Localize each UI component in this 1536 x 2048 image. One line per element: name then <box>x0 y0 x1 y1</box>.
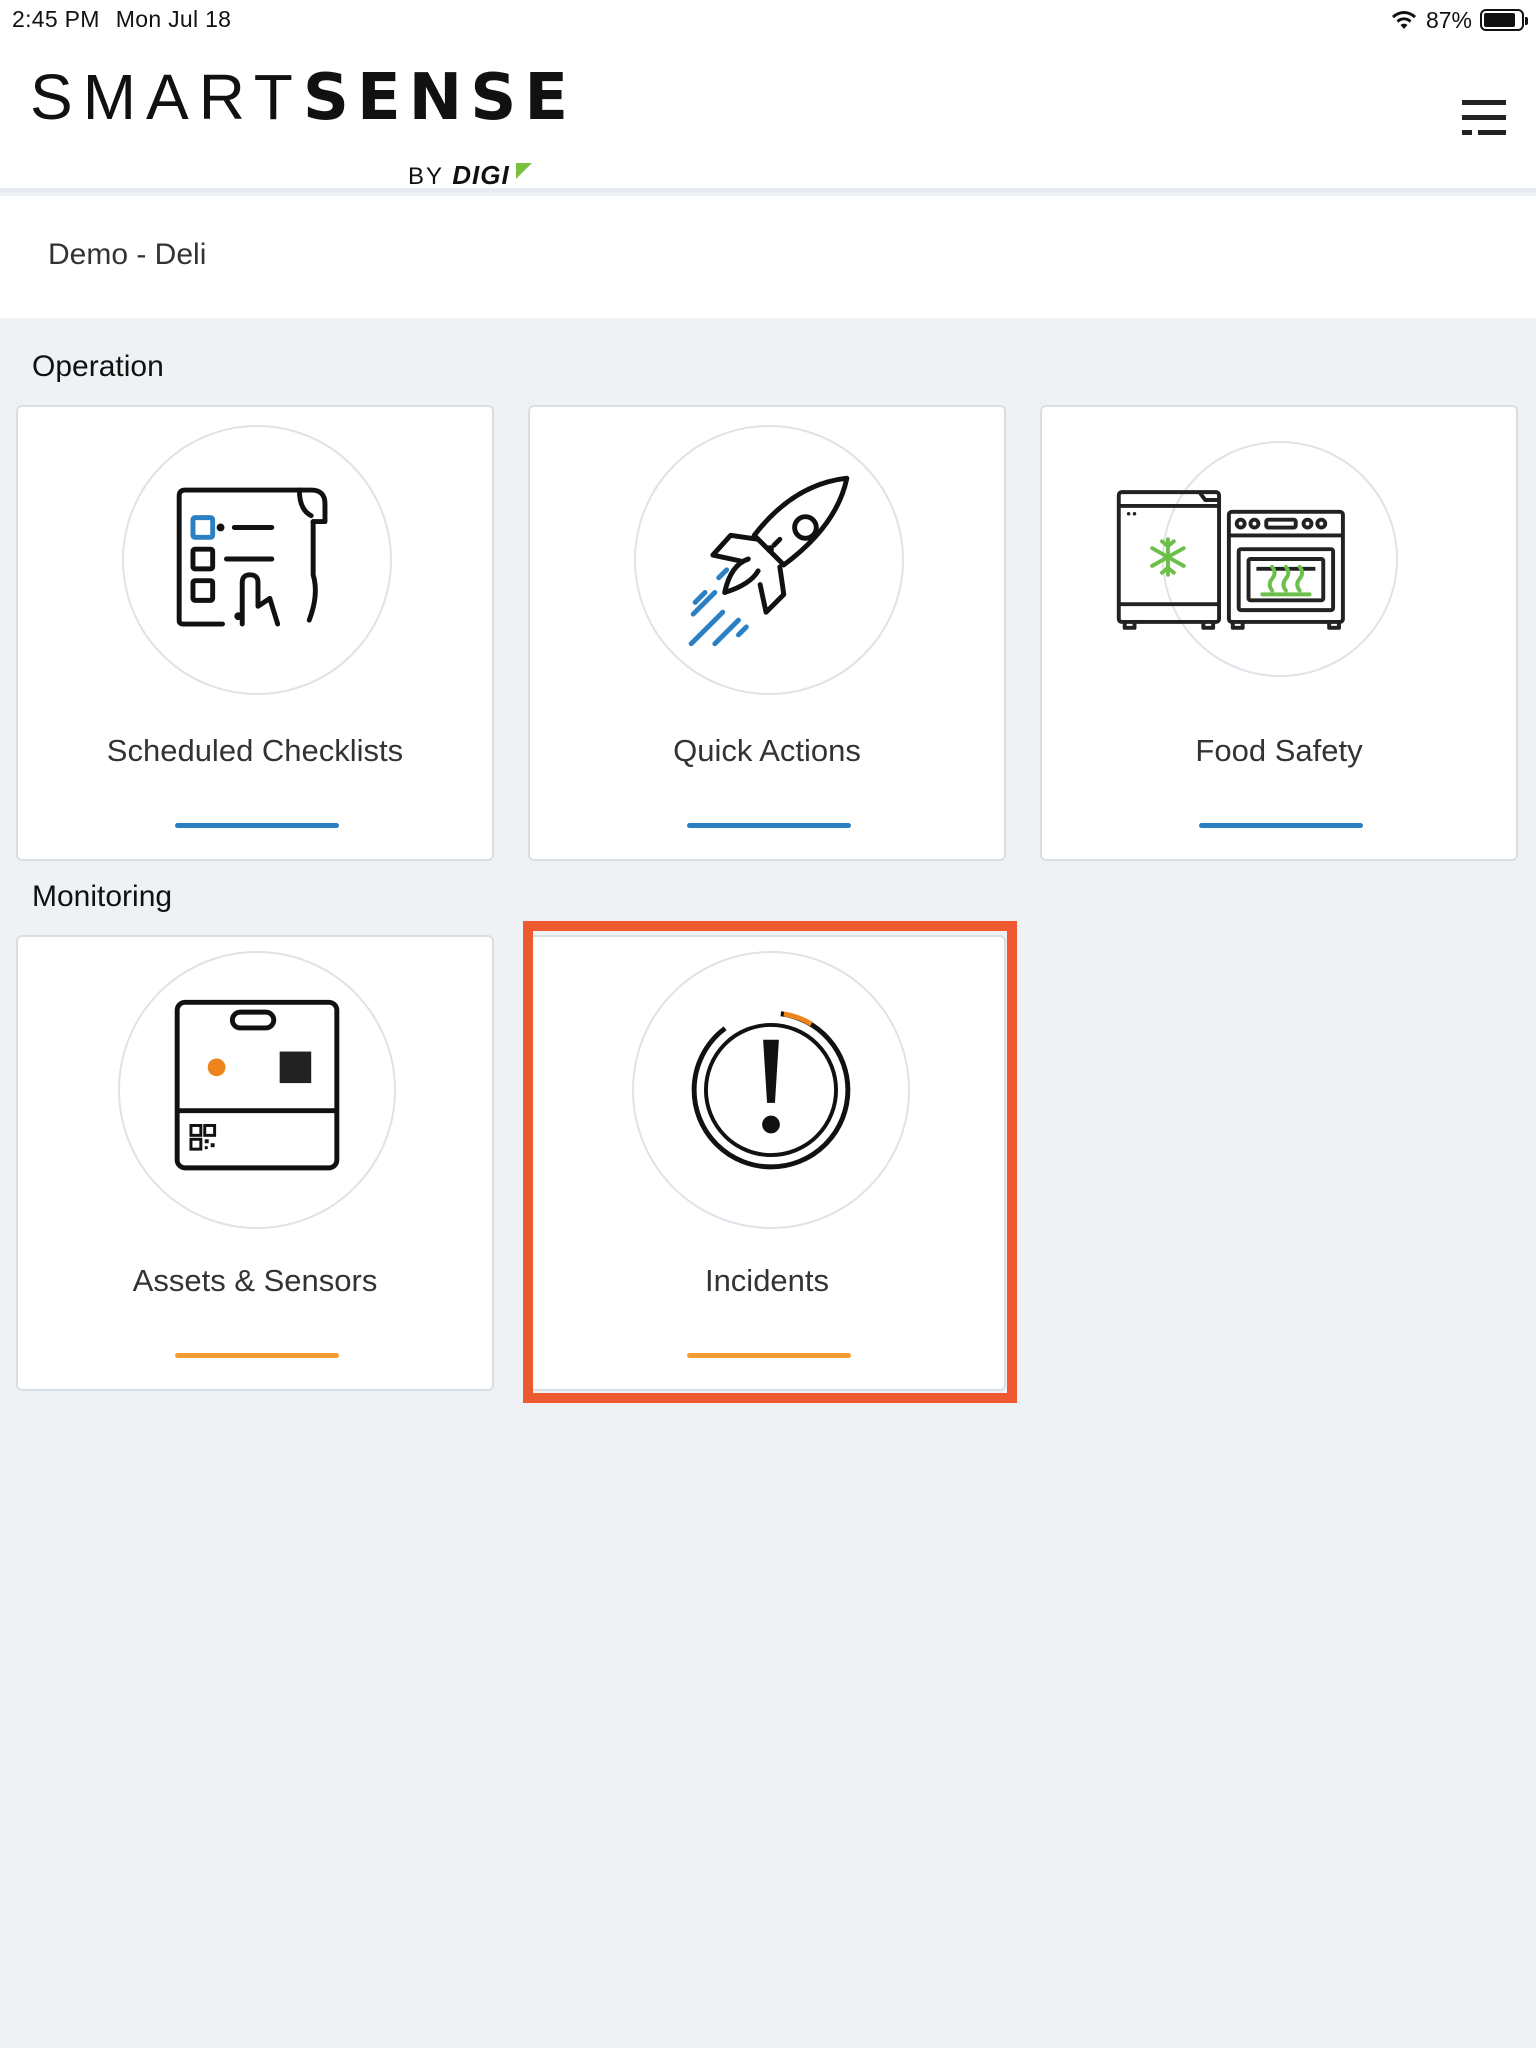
logo-green-mark <box>516 163 532 179</box>
battery-icon <box>1480 9 1528 31</box>
checklist-icon <box>176 487 328 627</box>
tile-icon-circle <box>1116 441 1398 677</box>
logo-smart: SMART <box>30 61 303 133</box>
tile-accent-bar <box>687 1353 851 1358</box>
tile-accent-bar <box>1199 823 1363 828</box>
tile-assets-sensors[interactable]: Assets & Sensors <box>16 935 494 1391</box>
location-bar[interactable]: Demo - Deli <box>0 196 1536 318</box>
app-header: SMARTSENSE BY DIGI <box>0 40 1536 192</box>
tile-label: Scheduled Checklists <box>106 733 404 768</box>
rocket-icon <box>688 475 850 647</box>
tile-incidents[interactable]: Incidents <box>528 935 1006 1391</box>
tile-scheduled-checklists[interactable]: Scheduled Checklists <box>16 405 494 861</box>
menu-button[interactable] <box>1462 98 1506 138</box>
tile-label: Quick Actions <box>673 733 861 768</box>
battery-level-fill <box>1484 13 1516 27</box>
status-indicators: 87% <box>1390 6 1528 34</box>
logo-byline: BY DIGI <box>408 160 510 191</box>
status-time-group: 2:45 PM Mon Jul 18 <box>12 6 231 33</box>
tile-accent-bar <box>175 823 339 828</box>
logo-wordmark: SMARTSENSE <box>30 60 576 135</box>
tile-label: Assets & Sensors <box>132 1263 378 1298</box>
smartsense-logo: SMARTSENSE BY DIGI <box>30 60 568 191</box>
section-title-monitoring: Monitoring <box>32 880 173 913</box>
tile-food-safety[interactable]: Food Safety <box>1040 405 1518 861</box>
tile-accent-bar <box>175 1353 339 1358</box>
logo-by: BY <box>408 163 444 190</box>
battery-percentage: 87% <box>1425 6 1472 33</box>
tile-icon-circle <box>632 951 910 1229</box>
logo-sense: SENSE <box>302 61 577 135</box>
sensor-device-icon <box>174 999 340 1171</box>
status-time: 2:45 PM <box>12 6 100 32</box>
fridge-oven-icon <box>1116 490 1345 630</box>
tile-accent-bar <box>687 823 851 828</box>
alert-icon <box>691 1010 851 1170</box>
tile-label: Incidents <box>704 1263 830 1298</box>
section-title-operation: Operation <box>32 350 164 383</box>
status-bar: 2:45 PM Mon Jul 18 87% <box>0 0 1536 40</box>
tile-icon-circle <box>634 425 904 695</box>
status-date: Mon Jul 18 <box>115 6 232 32</box>
hamburger-menu-icon <box>1462 100 1506 135</box>
tile-icon-circle <box>122 425 392 695</box>
tile-label: Food Safety <box>1195 733 1363 768</box>
battery-tip <box>1525 17 1528 25</box>
tile-quick-actions[interactable]: Quick Actions <box>528 405 1006 861</box>
tile-icon-circle <box>118 951 396 1229</box>
wifi-icon <box>1391 11 1416 29</box>
logo-digi: DIGI <box>452 160 510 190</box>
location-name: Demo - Deli <box>48 238 207 271</box>
